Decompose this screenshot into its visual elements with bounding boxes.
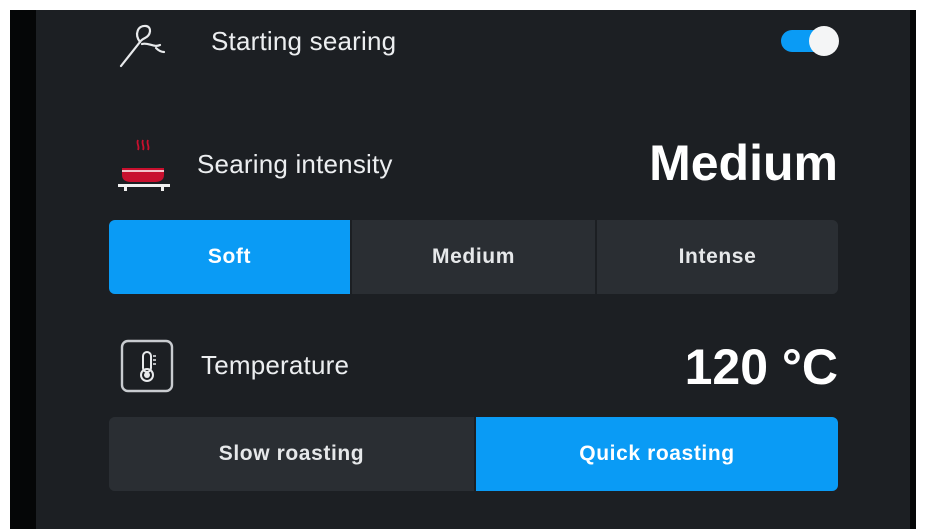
searing-pan-icon <box>118 138 170 192</box>
temperature-value: 120 °C <box>684 339 838 395</box>
mode-option-quick-roasting[interactable]: Quick roasting <box>474 417 838 491</box>
temperature-mode-selector: Slow roasting Quick roasting <box>109 417 838 491</box>
thermometer-icon <box>120 339 174 393</box>
searing-intensity-label: Searing intensity <box>197 148 393 179</box>
toggle-knob <box>809 26 839 56</box>
searing-intensity-selector: Soft Medium Intense <box>109 220 838 294</box>
starting-searing-label: Starting searing <box>211 25 397 56</box>
temperature-label: Temperature <box>201 349 350 380</box>
mode-option-slow-roasting[interactable]: Slow roasting <box>109 417 474 491</box>
probe-icon <box>118 22 166 68</box>
intensity-option-soft[interactable]: Soft <box>109 220 350 294</box>
intensity-option-intense[interactable]: Intense <box>595 220 838 294</box>
starting-searing-toggle[interactable] <box>781 26 839 56</box>
searing-intensity-value: Medium <box>649 135 838 191</box>
intensity-option-medium[interactable]: Medium <box>350 220 595 294</box>
